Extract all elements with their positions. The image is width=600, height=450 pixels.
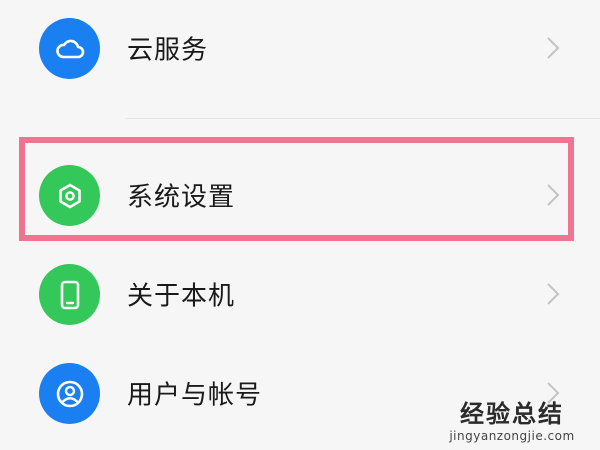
users-accounts-label: 用户与帐号: [127, 380, 263, 411]
chevron-right-icon: [547, 184, 560, 206]
users-accounts-icon-badge: [39, 363, 100, 424]
cloud-service-label: 云服务: [127, 35, 209, 66]
watermark-title: 经验总结: [460, 400, 564, 428]
system-settings-label: 系统设置: [127, 182, 236, 213]
settings-item-about-phone[interactable]: 关于本机: [0, 244, 600, 344]
gear-icon: [58, 183, 81, 208]
chevron-right-icon: [547, 283, 560, 305]
settings-item-cloud-service[interactable]: 云服务: [0, 0, 600, 119]
divider: [126, 118, 600, 119]
cloud-service-icon-badge: [39, 18, 100, 79]
phone-icon: [60, 280, 79, 309]
watermark-url: jingyanzongjie.com: [449, 429, 575, 443]
watermark: 经验总结 jingyanzongjie.com: [432, 400, 592, 444]
settings-item-system-settings[interactable]: 系统设置: [0, 145, 600, 245]
system-settings-icon-badge: [39, 165, 100, 226]
about-phone-label: 关于本机: [127, 281, 236, 312]
settings-screen: 云服务 系统设置 关于本机 用户与帐号 经验总结 jingyanzongjie.…: [0, 0, 600, 450]
about-phone-icon-badge: [39, 264, 100, 325]
cloud-icon: [55, 39, 84, 58]
chevron-right-icon: [547, 37, 560, 59]
user-icon: [56, 380, 83, 407]
